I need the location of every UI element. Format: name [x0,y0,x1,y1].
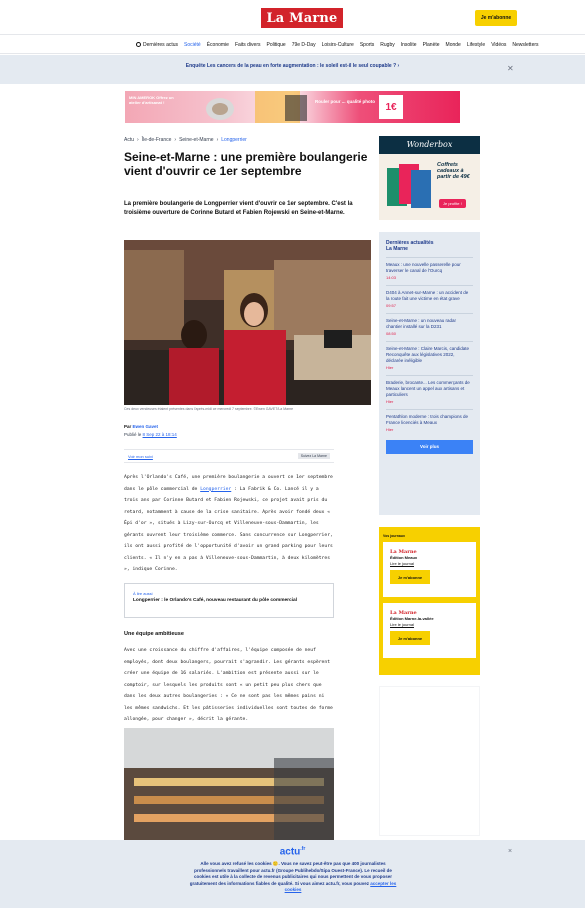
subscribe-button[interactable]: Je m'abonne [475,10,517,26]
nav-item-newsletters[interactable]: Newsletters [509,42,541,48]
read-journal-link[interactable]: Lire le journal [390,622,469,627]
section-title: Une équipe ambitieuse [124,631,184,637]
read-also-box[interactable]: À lire aussi Longperrier : le Orlando's … [124,583,334,618]
read-also-title[interactable]: Longperrier : le Orlando's Café, nouveau… [133,598,325,603]
nav-item-lifestyle[interactable]: Lifestyle [464,42,488,48]
author-line: Par Ewen Gavet [124,424,159,429]
main-nav: Dernières actus Société Économie Faits d… [0,36,585,54]
ad-price: 1€ [379,95,403,119]
ad-right-text: Rouler pour ... qualité photo [315,99,375,104]
read-journal-link[interactable]: Lire le journal [390,561,469,566]
ad-left-text: MIN AMEROK Offrez un atelier d'artisanat… [129,95,174,105]
latest-source: La Marne [386,246,408,252]
article-paragraph: Avec une croissance du chiffre d'affaire… [124,648,333,722]
nav-item-faits-divers[interactable]: Faits divers [232,42,264,48]
nav-item-politique[interactable]: Politique [264,42,289,48]
follow-button[interactable]: Suivez La Marne [297,453,330,459]
journals-box: Vos journaux La Marne Édition Meaux Lire… [379,527,480,675]
site-header: La Marne Je m'abonne [0,0,585,35]
clock-icon [136,42,141,47]
journal-card: La Marne Édition Meaux Lire le journal J… [383,542,476,597]
latest-news: Dernières actualités La Marne Meaux : un… [379,232,480,515]
gift-box-icon [387,164,431,208]
ad-banner[interactable]: MIN AMEROK Offrez un atelier d'artisanat… [125,91,460,123]
actu-logo: actu.fr [279,846,306,858]
breadcrumb-item[interactable]: Seine-et-Marne [179,137,213,143]
nav-item-rugby[interactable]: Rugby [377,42,397,48]
see-more-button[interactable]: Voir plus [386,440,473,454]
bakery-photo-illustration [124,240,371,405]
latest-item[interactable]: Pentathlon moderne : trois champions de … [386,409,473,432]
follow-link[interactable]: Voir mon suivi [128,454,153,459]
latest-item[interactable]: Seine-et-Marne : un nouveau radar chanti… [386,313,473,336]
latest-item[interactable]: Meaux : une nouvelle passerelle pour tra… [386,257,473,280]
journals-label: Vos journaux [383,534,405,538]
chevron-right-icon: › [397,63,400,69]
cookie-banner: actu.fr × Alle vous avez refusé les cook… [0,840,585,908]
nav-item-d-day[interactable]: 79e D-Day [289,42,319,48]
sidebar-ad[interactable]: Wonderbox Coffrets cadeaux à partir de 4… [379,136,480,220]
publish-date: Publié le 8 Sep 22 à 18:14 [124,432,177,437]
alert-link[interactable]: Enquête Les cancers de la peau en forte … [140,62,445,70]
article-title: Seine-et-Marne : une première boulangeri… [124,150,368,178]
latest-item[interactable]: D404 à Annet-sur-Marne : un accident de … [386,285,473,308]
cookie-message: Alle vous avez refusé les cookies 😕. Vou… [189,861,397,893]
nav-item-videos[interactable]: Vidéos [488,42,509,48]
breadcrumb-item[interactable]: Île-de-France [142,137,172,143]
article-photo-secondary [124,728,334,840]
subscribe-button[interactable]: Je m'abonne [390,631,430,645]
ad-brand: Wonderbox [406,140,453,149]
close-icon[interactable]: ✕ [507,64,514,73]
sidebar-ad-slot [379,686,480,836]
longperrier-link[interactable]: Longperrier [200,487,231,492]
latest-item[interactable]: Braderie, brocante... Les commerçants de… [386,375,473,404]
alert-banner: Enquête Les cancers de la peau en forte … [0,55,585,84]
nav-item-monde[interactable]: Monde [443,42,464,48]
nav-item-sports[interactable]: Sports [357,42,377,48]
breadcrumb: Actu › Île-de-France › Seine-et-Marne › Lon… [124,137,247,143]
author-link[interactable]: Ewen Gavet [133,424,159,429]
nav-item-planete[interactable]: Planète [420,42,443,48]
read-also-label: À lire aussi [133,591,153,596]
article-paragraph: Après l'Orlando's Café, une première bou… [124,475,333,572]
nav-item-insolite[interactable]: Insolite [398,42,420,48]
article-actions: Voir mon suivi Suivez La Marne [124,449,334,463]
journal-edition: Édition Marne-la-vallée [390,616,434,621]
article-lede: La première boulangerie de Longperrier v… [124,201,353,216]
nav-item-economie[interactable]: Économie [204,42,232,48]
journal-edition: Édition Meaux [390,555,418,560]
breadcrumb-item[interactable]: Longperrier [221,137,247,143]
subscribe-button[interactable]: Je m'abonne [390,570,430,584]
ad-cta-button[interactable]: Je profite ! [439,199,466,208]
photo-caption: Ces deux vendeuses étaient présentes dan… [124,407,294,411]
nav-item-societe[interactable]: Société [181,42,204,48]
bakery-counter-illustration [124,728,334,840]
ad-headline: Coffrets cadeaux à partir de 49€ [437,162,470,180]
nav-item-latest[interactable]: Dernières actus [133,42,181,48]
site-logo[interactable]: La Marne [261,8,343,28]
article-photo [124,240,371,405]
ad-banner-illustration [206,91,307,123]
close-icon[interactable]: × [508,848,512,855]
journal-card: La Marne Édition Marne-la-vallée Lire le… [383,603,476,658]
latest-item[interactable]: Seine-et-Marne : Claire Marcis, candidat… [386,341,473,370]
breadcrumb-item[interactable]: Actu [124,137,134,143]
nav-item-loisirs[interactable]: Loisirs-Culture [319,42,357,48]
